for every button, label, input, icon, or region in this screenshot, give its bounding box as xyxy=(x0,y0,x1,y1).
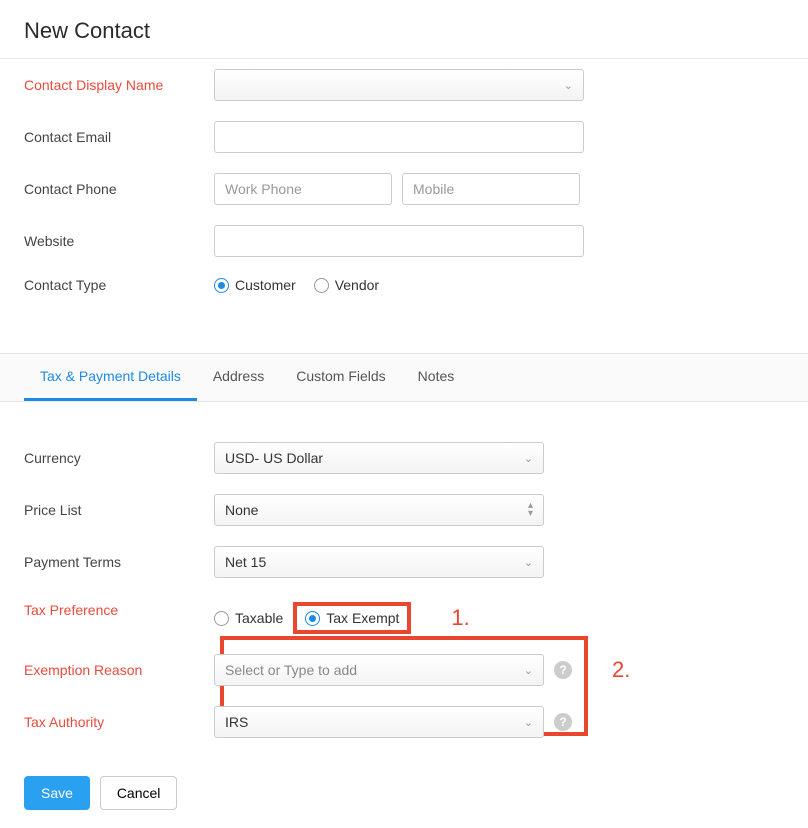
price-list-select[interactable]: None ▴▾ xyxy=(214,494,544,526)
website-label: Website xyxy=(24,233,214,249)
contact-display-name-label: Contact Display Name xyxy=(24,77,214,93)
annotation-marker-1: 1. xyxy=(451,605,469,631)
contact-type-label: Contact Type xyxy=(24,277,214,293)
page-title: New Contact xyxy=(24,18,784,44)
radio-checked-icon xyxy=(214,278,229,293)
radio-unchecked-icon xyxy=(314,278,329,293)
taxable-label: Taxable xyxy=(235,610,283,626)
tab-tax-payment[interactable]: Tax & Payment Details xyxy=(24,354,197,401)
updown-icon: ▴▾ xyxy=(528,502,533,518)
contact-email-label: Contact Email xyxy=(24,129,214,145)
chevron-down-icon: ⌄ xyxy=(524,452,533,465)
chevron-down-icon: ⌄ xyxy=(524,716,533,729)
work-phone-input[interactable] xyxy=(214,173,392,205)
chevron-down-icon: ⌄ xyxy=(564,79,573,92)
exemption-reason-label: Exemption Reason xyxy=(24,662,214,678)
tab-address[interactable]: Address xyxy=(197,354,280,401)
price-list-label: Price List xyxy=(24,502,214,518)
cancel-button[interactable]: Cancel xyxy=(100,776,178,810)
chevron-down-icon: ⌄ xyxy=(524,664,533,677)
exemption-reason-select[interactable]: Select or Type to add ⌄ xyxy=(214,654,544,686)
contact-type-vendor-radio[interactable]: Vendor xyxy=(314,277,379,293)
contact-display-name-select[interactable]: ⌄ xyxy=(214,69,584,101)
tax-exempt-label: Tax Exempt xyxy=(326,610,399,626)
save-button[interactable]: Save xyxy=(24,776,90,810)
currency-value: USD- US Dollar xyxy=(225,450,323,466)
contact-email-input[interactable] xyxy=(214,121,584,153)
tax-pref-exempt-radio[interactable]: Tax Exempt xyxy=(305,610,399,626)
price-list-value: None xyxy=(225,502,258,518)
payment-terms-label: Payment Terms xyxy=(24,554,214,570)
website-input[interactable] xyxy=(214,225,584,257)
annotation-marker-2: 2. xyxy=(612,657,630,683)
exemption-placeholder: Select or Type to add xyxy=(225,662,357,678)
contact-phone-label: Contact Phone xyxy=(24,181,214,197)
tax-authority-select[interactable]: IRS ⌄ xyxy=(214,706,544,738)
payment-terms-select[interactable]: Net 15 ⌄ xyxy=(214,546,544,578)
currency-label: Currency xyxy=(24,450,214,466)
annotation-highlight-1: Tax Exempt xyxy=(293,602,411,634)
currency-select[interactable]: USD- US Dollar ⌄ xyxy=(214,442,544,474)
mobile-phone-input[interactable] xyxy=(402,173,580,205)
tax-pref-taxable-radio[interactable]: Taxable xyxy=(214,610,283,626)
chevron-down-icon: ⌄ xyxy=(524,556,533,569)
vendor-label: Vendor xyxy=(335,277,379,293)
contact-type-customer-radio[interactable]: Customer xyxy=(214,277,296,293)
tab-custom-fields[interactable]: Custom Fields xyxy=(280,354,401,401)
tab-notes[interactable]: Notes xyxy=(402,354,471,401)
tabs-bar: Tax & Payment Details Address Custom Fie… xyxy=(0,353,808,402)
radio-checked-icon xyxy=(305,611,320,626)
radio-unchecked-icon xyxy=(214,611,229,626)
tax-preference-label: Tax Preference xyxy=(24,602,214,618)
customer-label: Customer xyxy=(235,277,296,293)
tax-authority-value: IRS xyxy=(225,714,248,730)
tax-authority-label: Tax Authority xyxy=(24,714,214,730)
payment-terms-value: Net 15 xyxy=(225,554,266,570)
